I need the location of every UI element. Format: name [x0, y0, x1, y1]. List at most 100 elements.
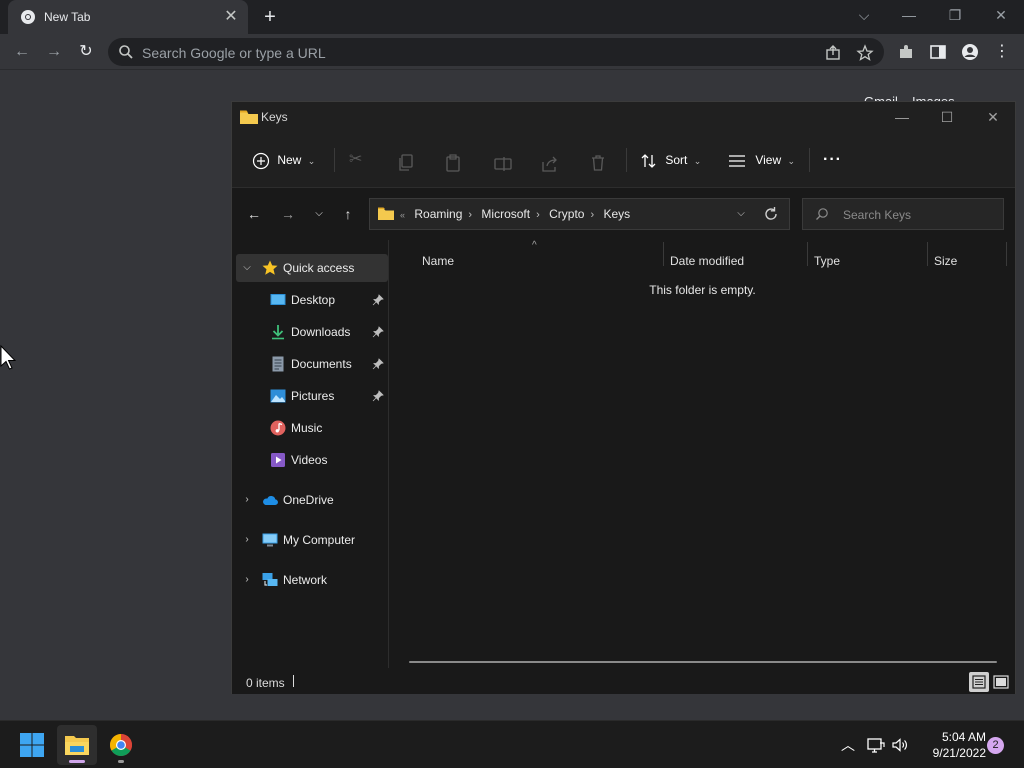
chevron-right-icon[interactable]: ›: [240, 493, 254, 507]
chrome-close-button[interactable]: ✕: [987, 4, 1015, 26]
chevron-right-icon[interactable]: ›: [240, 533, 254, 547]
paste-icon[interactable]: [445, 151, 461, 175]
chevron-right-icon[interactable]: ›: [240, 573, 254, 587]
nav-item-documents[interactable]: Documents: [232, 350, 388, 378]
taskbar-file-explorer[interactable]: [57, 725, 97, 765]
start-button[interactable]: [12, 725, 52, 765]
new-button[interactable]: New ⌄: [252, 148, 315, 172]
navigation-pane: ⌵ Quick access Desktop Downloads Documen…: [232, 240, 389, 668]
chevron-down-icon[interactable]: ⌵: [240, 261, 254, 275]
column-header-size[interactable]: Size: [934, 254, 957, 268]
recent-locations-chevron-icon[interactable]: ⌵: [307, 202, 331, 226]
large-icons-view-icon[interactable]: [991, 672, 1011, 692]
cut-icon[interactable]: ✂: [349, 148, 362, 172]
chrome-restore-button[interactable]: ❐: [941, 4, 969, 26]
nav-item-music[interactable]: Music: [232, 414, 388, 442]
new-tab-button[interactable]: +: [258, 6, 282, 28]
share-icon[interactable]: [541, 152, 559, 176]
explorer-maximize-button[interactable]: ☐: [933, 106, 961, 128]
window-title: Keys: [261, 110, 288, 124]
breadcrumb-chevron-icon[interactable]: ›: [468, 209, 472, 221]
file-list-view[interactable]: ^ Name Date modified Type Size This fold…: [390, 240, 1015, 668]
chrome-minimize-button[interactable]: —: [895, 4, 923, 26]
nav-label: My Computer: [283, 533, 356, 547]
breadcrumb-item-microsoft[interactable]: Microsoft: [481, 207, 530, 221]
column-header-name[interactable]: Name: [422, 254, 454, 268]
reload-icon[interactable]: ↻: [74, 40, 98, 64]
explorer-minimize-button[interactable]: —: [888, 106, 916, 128]
column-divider[interactable]: [1006, 242, 1007, 266]
nav-item-videos[interactable]: Videos: [232, 446, 388, 474]
chrome-toolbar: ← → ↻ Search Google or type a URL ⋮: [0, 34, 1024, 70]
column-header-type[interactable]: Type: [814, 254, 840, 268]
breadcrumb-chevron-icon[interactable]: ›: [590, 209, 594, 221]
breadcrumb-chevron-icon[interactable]: ›: [536, 209, 540, 221]
nav-label: Desktop: [291, 293, 336, 307]
share-icon[interactable]: [824, 44, 842, 62]
omnibox[interactable]: Search Google or type a URL: [108, 38, 884, 66]
sort-button[interactable]: Sort ⌄: [640, 148, 701, 172]
breadcrumb-item-crypto[interactable]: Crypto: [549, 207, 584, 221]
pin-icon[interactable]: [372, 358, 384, 370]
pin-icon[interactable]: [372, 294, 384, 306]
extensions-puzzle-icon[interactable]: [897, 43, 915, 61]
refresh-icon[interactable]: [762, 205, 780, 223]
up-arrow-icon[interactable]: ↑: [336, 202, 360, 226]
nav-item-my-computer[interactable]: › My Computer: [232, 526, 388, 554]
nav-item-onedrive[interactable]: › OneDrive: [232, 486, 388, 514]
details-view-icon[interactable]: [969, 672, 989, 692]
tab-search-chevron-icon[interactable]: ⌵: [850, 4, 878, 26]
chrome-tab-new-tab[interactable]: New Tab ✕: [8, 0, 248, 34]
pin-icon[interactable]: [372, 390, 384, 402]
breadcrumb-item-keys[interactable]: Keys: [603, 207, 630, 221]
show-hidden-icons-chevron-icon[interactable]: ︿: [838, 735, 858, 755]
music-icon: [270, 420, 286, 436]
nav-item-desktop[interactable]: Desktop: [232, 286, 388, 314]
nav-item-quick-access[interactable]: ⌵ Quick access: [236, 254, 388, 282]
column-divider[interactable]: [927, 242, 928, 266]
forward-arrow-icon[interactable]: →: [276, 202, 300, 226]
column-header-date-modified[interactable]: Date modified: [670, 254, 744, 268]
back-arrow-icon[interactable]: ←: [10, 40, 34, 64]
pin-icon[interactable]: [372, 326, 384, 338]
address-bar[interactable]: « Roaming › Microsoft › Crypto › Keys ⌵: [369, 198, 790, 230]
nav-label: Documents: [291, 357, 352, 371]
tab-close-icon[interactable]: ✕: [222, 8, 240, 26]
horizontal-scrollbar[interactable]: [409, 661, 997, 663]
breadcrumb-overflow-icon[interactable]: «: [400, 210, 405, 220]
explorer-close-button[interactable]: ✕: [979, 106, 1007, 128]
address-row: ← → ⌵ ↑ « Roaming › Microsoft › Crypto › Ke…: [232, 188, 1015, 240]
active-app-indicator: [69, 760, 85, 763]
copy-icon[interactable]: [398, 151, 414, 175]
profile-avatar-icon[interactable]: [961, 43, 979, 61]
network-status-icon[interactable]: [866, 735, 886, 755]
back-arrow-icon[interactable]: ←: [242, 202, 266, 226]
folder-icon: [378, 207, 394, 220]
column-divider[interactable]: [807, 242, 808, 266]
taskbar-chrome[interactable]: [101, 725, 141, 765]
nav-label: Downloads: [291, 325, 351, 339]
notification-badge[interactable]: 2: [987, 737, 1004, 754]
pictures-icon: [270, 389, 286, 403]
rename-icon[interactable]: [494, 152, 512, 176]
delete-icon[interactable]: [590, 151, 606, 175]
address-history-chevron-icon[interactable]: ⌵: [732, 205, 750, 223]
nav-item-network[interactable]: › Network: [232, 566, 388, 594]
breadcrumb-item-roaming[interactable]: Roaming: [414, 207, 462, 221]
forward-arrow-icon[interactable]: →: [42, 40, 66, 64]
more-options-button[interactable]: ···: [823, 148, 842, 172]
computer-monitor-icon: [262, 533, 278, 547]
nav-item-downloads[interactable]: Downloads: [232, 318, 388, 346]
search-box[interactable]: Search Keys: [802, 198, 1004, 230]
document-icon: [272, 356, 284, 372]
nav-item-pictures[interactable]: Pictures: [232, 382, 388, 410]
view-button[interactable]: View ⌄: [728, 148, 795, 172]
volume-speaker-icon[interactable]: [890, 735, 910, 755]
side-panel-icon[interactable]: [929, 43, 947, 61]
search-icon: [119, 45, 133, 59]
column-divider[interactable]: [663, 242, 664, 266]
status-separator: [293, 675, 294, 687]
chrome-menu-kebab-icon[interactable]: ⋮: [990, 40, 1014, 64]
bookmark-star-icon[interactable]: [856, 44, 874, 62]
system-clock[interactable]: 5:04 AM 9/21/2022: [916, 729, 986, 761]
